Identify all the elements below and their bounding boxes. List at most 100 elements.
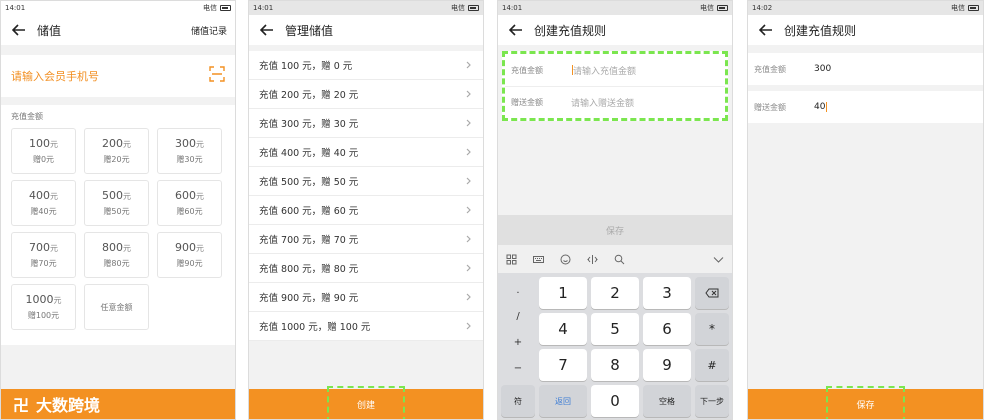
amount-card[interactable]: 1000元 赠100元 (11, 284, 76, 330)
space-key[interactable]: 空格 (643, 385, 691, 417)
rule-list: 充值 100 元，赠 0 元 充值 200 元，赠 20 元 充值 300 元，… (249, 51, 483, 341)
gift-amount-row[interactable]: 赠送金额 请输入赠送金额 (505, 86, 725, 118)
next-key[interactable]: 下一步 (695, 385, 729, 417)
amount-gift: 赠100元 (27, 311, 60, 320)
amount-card[interactable]: 900元 赠90元 (157, 232, 222, 278)
status-time: 14:02 (752, 4, 773, 12)
title-bar: 管理储值 (249, 15, 483, 45)
return-key[interactable]: 返回 (539, 385, 587, 417)
list-item[interactable]: 充值 400 元，赠 40 元 (249, 138, 483, 167)
search-icon[interactable] (614, 254, 625, 265)
recharge-amount-input[interactable]: 300 (814, 64, 831, 74)
gift-amount-row[interactable]: 赠送金额 40 (748, 91, 983, 123)
amount-card[interactable]: 500元赠50元 (84, 180, 149, 226)
recharge-amount-input[interactable]: 请输入充值金额 (573, 64, 636, 77)
key-0[interactable]: 0 (591, 385, 639, 417)
key-2[interactable]: 2 (591, 277, 639, 309)
phone-screen-manage: 14:01 电信 管理储值 充值 100 元，赠 0 元 充值 200 元，赠 … (248, 0, 484, 420)
key-9[interactable]: 9 (643, 349, 691, 381)
amount-card[interactable]: 100元 赠0元 (11, 128, 76, 174)
key-dot[interactable]: . (516, 279, 519, 301)
key-plus[interactable]: + (514, 331, 522, 353)
list-item[interactable]: 充值 800 元，赠 80 元 (249, 254, 483, 283)
key-5[interactable]: 5 (591, 313, 639, 345)
amount-card[interactable]: 600元 赠60元 (157, 180, 222, 226)
scan-icon[interactable] (209, 66, 225, 86)
key-3[interactable]: 3 (643, 277, 691, 309)
amount-card[interactable]: 400元 赠40元 (11, 180, 76, 226)
amount-gift: 赠50元 (103, 207, 130, 216)
list-item[interactable]: 充值 600 元，赠 60 元 (249, 196, 483, 225)
gift-amount-input[interactable]: 请输入赠送金额 (571, 96, 634, 109)
status-time: 14:01 (253, 4, 274, 12)
list-item[interactable]: 充值 300 元，赠 30 元 (249, 109, 483, 138)
list-item[interactable]: 充值 1000 元，赠 100 元 (249, 312, 483, 341)
chevron-right-icon (466, 293, 471, 301)
key-4[interactable]: 4 (539, 313, 587, 345)
chevron-right-icon (466, 119, 471, 127)
amount-unit: 元 (123, 140, 131, 149)
recharge-amount-row[interactable]: 充值金额 300 (748, 53, 983, 85)
symbol-key[interactable]: 符 (501, 385, 535, 417)
list-item[interactable]: 充值 700 元，赠 70 元 (249, 225, 483, 254)
cursor-move-icon[interactable] (587, 254, 598, 265)
chevron-right-icon (466, 264, 471, 272)
key-slash[interactable]: / (516, 305, 519, 327)
emoji-icon[interactable] (560, 254, 571, 265)
save-button-disabled[interactable]: 保存 (498, 215, 732, 245)
rule-text: 充值 300 元，赠 30 元 (259, 119, 359, 130)
member-phone-row[interactable]: 请输入会员手机号 (1, 55, 235, 97)
chevron-down-icon[interactable] (713, 254, 724, 265)
key-minus[interactable]: − (514, 357, 522, 379)
list-item[interactable]: 充值 200 元，赠 20 元 (249, 80, 483, 109)
status-carrier: 电信 (203, 4, 217, 12)
key-6[interactable]: 6 (643, 313, 691, 345)
amount-gift: 赠40元 (30, 207, 57, 216)
backspace-key[interactable] (695, 277, 729, 309)
back-arrow-icon[interactable] (257, 20, 277, 40)
title-bar: 储值 储值记录 (1, 15, 235, 45)
status-bar: 14:01 电信 (498, 1, 732, 15)
gift-amount-input[interactable]: 40 (814, 102, 825, 112)
amount-card[interactable]: 700元 赠70元 (11, 232, 76, 278)
amount-unit: 元 (123, 192, 131, 201)
amount-card[interactable]: 200元 赠20元 (84, 128, 149, 174)
member-phone-input[interactable]: 请输入会员手机号 (11, 68, 99, 84)
backspace-icon (705, 288, 719, 298)
amount-card[interactable]: 800元 赠80元 (84, 232, 149, 278)
key-hash[interactable]: # (695, 349, 729, 381)
list-item[interactable]: 充值 900 元，赠 90 元 (249, 283, 483, 312)
recharge-amount-label: 充值金额 (754, 64, 786, 74)
amount-value: 400 (29, 189, 50, 202)
rule-text: 充值 900 元，赠 90 元 (259, 293, 359, 304)
rule-text: 充值 500 元，赠 50 元 (259, 177, 359, 188)
grid-icon[interactable] (506, 254, 517, 265)
amount-card[interactable]: 300元 赠30元 (157, 128, 222, 174)
back-arrow-icon[interactable] (9, 20, 29, 40)
battery-icon (468, 5, 479, 11)
recharge-amount-row[interactable]: 充值金额 请输入充值金额 (505, 54, 725, 86)
key-7[interactable]: 7 (539, 349, 587, 381)
list-item[interactable]: 充值 100 元，赠 0 元 (249, 51, 483, 80)
key-8[interactable]: 8 (591, 349, 639, 381)
back-arrow-icon[interactable] (506, 20, 526, 40)
chevron-right-icon (466, 177, 471, 185)
chevron-right-icon (466, 61, 471, 69)
key-1[interactable]: 1 (539, 277, 587, 309)
recharge-history-link[interactable]: 储值记录 (191, 24, 227, 37)
create-button[interactable]: 创建 (326, 385, 405, 419)
back-arrow-icon[interactable] (756, 20, 776, 40)
any-amount-label: 任意金额 (100, 302, 133, 312)
save-button[interactable]: 保存 (826, 385, 905, 419)
keyboard-icon[interactable] (533, 254, 544, 265)
status-icons: 电信 (700, 3, 728, 13)
any-amount-card[interactable]: 任意金额 (84, 284, 149, 330)
rule-text: 充值 200 元，赠 20 元 (259, 90, 359, 101)
amount-value: 500 (102, 189, 123, 202)
amount-value: 800 (102, 241, 123, 254)
list-item[interactable]: 充值 500 元，赠 50 元 (249, 167, 483, 196)
key-star[interactable]: * (695, 313, 729, 345)
title-bar: 创建充值规则 (748, 15, 983, 45)
brand-text: 大数跨境 (36, 396, 101, 415)
amount-unit: 元 (196, 140, 204, 149)
